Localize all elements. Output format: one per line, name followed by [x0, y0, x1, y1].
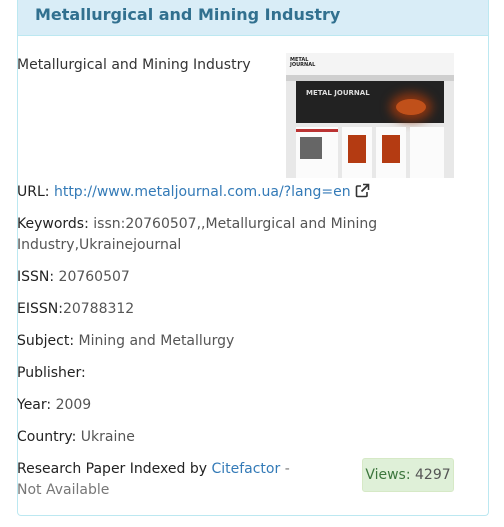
country-value: Ukraine	[80, 429, 135, 445]
thumbnail-logo: METAL JOURNAL	[290, 58, 315, 68]
subject-row: Subject: Mining and Metallurgy	[17, 331, 234, 352]
keywords-row: Keywords: issn:20760507,,Metallurgical a…	[17, 214, 377, 256]
journal-thumbnail[interactable]: METAL JOURNAL METAL JOURNAL	[286, 53, 454, 178]
issn-value: 20760507	[58, 269, 130, 285]
journal-description: Metallurgical and Mining Industry	[17, 57, 251, 73]
eissn-label: EISSN:	[17, 301, 63, 317]
keywords-value-line1: issn:20760507,,Metallurgical and Mining	[93, 216, 378, 232]
year-label: Year:	[17, 397, 52, 413]
thumbnail-cover	[382, 135, 400, 163]
views-count: 4297	[415, 467, 451, 483]
eissn-value: 20788312	[62, 301, 135, 317]
thumbnail-logo-line2: JOURNAL	[290, 62, 316, 68]
card-header: Metallurgical and Mining Industry	[18, 0, 488, 36]
subject-label: Subject:	[17, 333, 75, 349]
year-value: 2009	[55, 397, 92, 413]
external-link-icon[interactable]	[355, 183, 370, 205]
issn-label: ISSN:	[17, 269, 55, 285]
journal-title[interactable]: Metallurgical and Mining Industry	[35, 4, 488, 26]
subject-value: Mining and Metallurgy	[78, 333, 235, 349]
thumbnail-banner-text: METAL JOURNAL	[306, 89, 370, 97]
url-row: URL: http://www.metaljournal.com.ua/?lan…	[17, 182, 370, 205]
views-badge: Views: 4297	[362, 458, 454, 492]
publisher-row: Publisher:	[17, 363, 86, 384]
issn-row: ISSN: 20760507	[17, 267, 130, 288]
journal-url-link[interactable]: http://www.metaljournal.com.ua/?lang=en	[54, 184, 351, 200]
indexed-by-row: Research Paper Indexed by Citefactor - N…	[17, 459, 317, 501]
views-label: Views:	[365, 467, 411, 483]
keywords-label: Keywords:	[17, 216, 89, 232]
thumbnail-column	[410, 127, 444, 178]
year-row: Year: 2009	[17, 395, 91, 416]
thumbnail-cover	[348, 135, 366, 163]
keywords-value-line2: Industry,Ukrainejournal	[17, 237, 182, 253]
thumbnail-bar	[296, 129, 338, 132]
citefactor-link[interactable]: Citefactor	[211, 461, 280, 477]
country-label: Country:	[17, 429, 77, 445]
url-label: URL:	[17, 184, 50, 200]
thumbnail-banner: METAL JOURNAL	[296, 81, 444, 123]
country-row: Country: Ukraine	[17, 427, 135, 448]
eissn-row: EISSN:20788312	[17, 299, 134, 320]
publisher-label: Publisher:	[17, 365, 86, 381]
indexed-prefix: Research Paper Indexed by	[17, 461, 207, 477]
thumbnail-video	[300, 137, 322, 159]
thumbnail-furnace-glow	[396, 99, 426, 115]
